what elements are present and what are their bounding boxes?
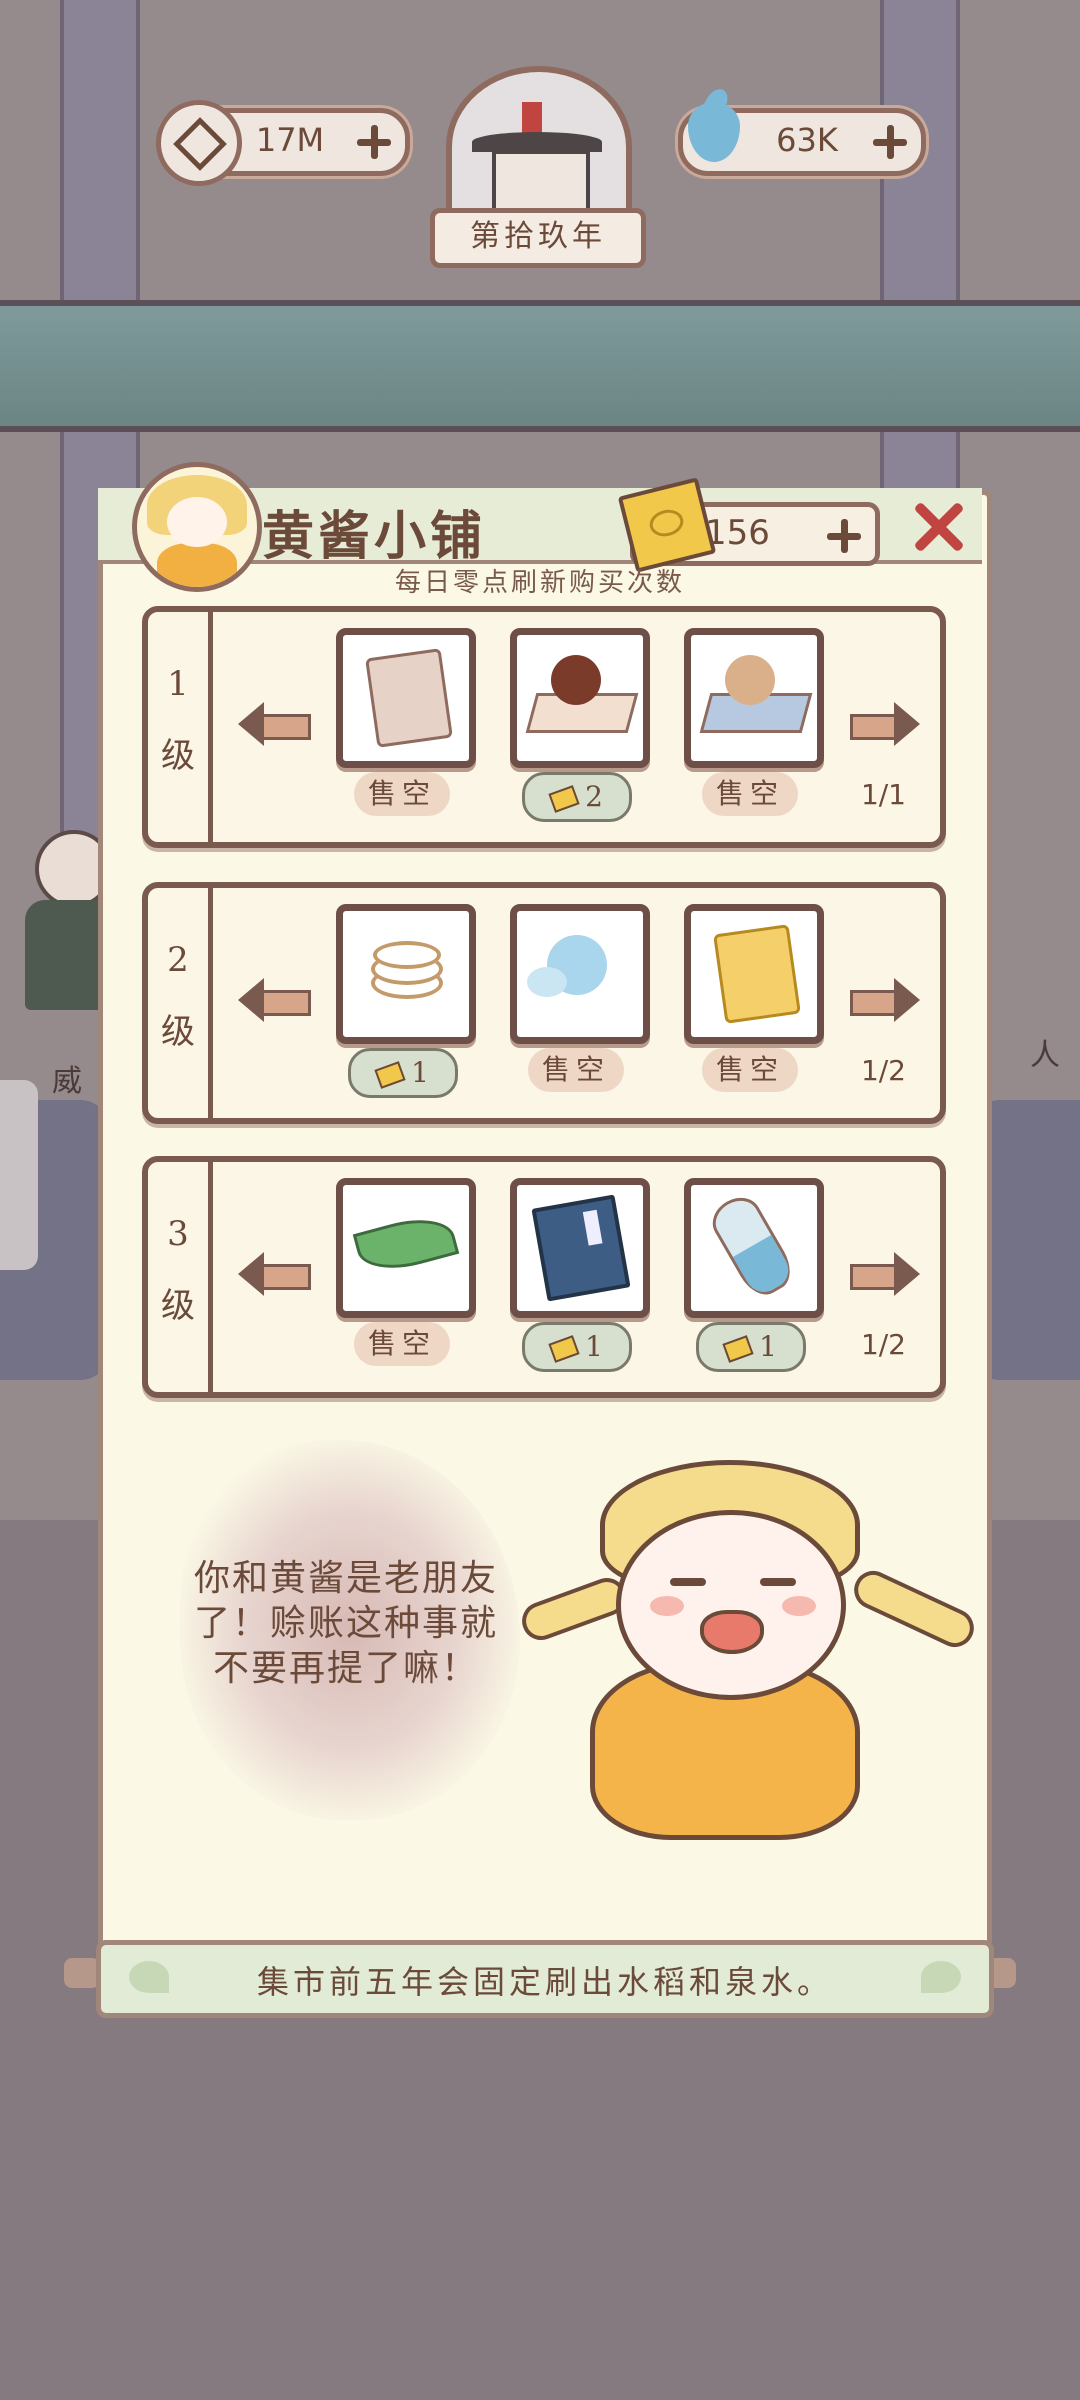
add-currency-icon[interactable] <box>357 125 391 159</box>
sold-out-badge: 售空 <box>354 1322 450 1366</box>
tier-1-item-2[interactable] <box>510 628 650 768</box>
tip-text: 集市前五年会固定刷出水稻和泉水。 <box>256 1963 833 2001</box>
tier-1-item-1[interactable] <box>336 628 476 768</box>
ticket-icon <box>548 1334 580 1363</box>
shop-title: 黄酱小铺 <box>262 506 487 567</box>
water-drop-icon <box>676 85 756 184</box>
cloth-bag-icon <box>365 648 453 748</box>
year-emblem[interactable] <box>446 66 632 228</box>
tier-1-item-3[interactable] <box>684 628 824 768</box>
tier-2-next-arrow-icon[interactable] <box>850 978 920 1022</box>
tier-3-prev-arrow-icon[interactable] <box>238 1252 311 1296</box>
tier-3-page-count: 1/2 <box>860 1328 906 1361</box>
copper-coin-icon <box>156 100 242 186</box>
scroll-rod-left <box>64 1958 100 1988</box>
tier-1-page-count: 1/1 <box>860 778 906 811</box>
refresh-note: 每日零点刷新购买次数 <box>394 568 685 598</box>
background-character <box>0 820 115 1020</box>
water-vial-icon <box>704 1189 800 1303</box>
tier-1-label: 1 级 <box>148 612 213 842</box>
tier-3-label: 3 级 <box>148 1162 213 1392</box>
tier-2-item-1[interactable] <box>336 904 476 1044</box>
tier-2-item-2[interactable] <box>510 904 650 1044</box>
coin-string-icon <box>373 941 441 969</box>
sold-out-badge: 售空 <box>528 1048 624 1092</box>
ticket-icon <box>548 784 580 813</box>
light-pearl-icon <box>725 655 775 705</box>
tier-1-next-arrow-icon[interactable] <box>850 702 920 746</box>
add-water-icon[interactable] <box>873 125 907 159</box>
sold-out-badge: 售空 <box>702 1048 798 1092</box>
currency-value: 17M <box>255 121 325 159</box>
water-value: 63K <box>776 121 838 159</box>
tier-2-prev-arrow-icon[interactable] <box>238 978 311 1022</box>
tier-3-item-2[interactable] <box>510 1178 650 1318</box>
close-icon[interactable] <box>908 496 968 556</box>
sold-out-badge: 售空 <box>702 772 798 816</box>
tier-2-item-3[interactable] <box>684 904 824 1044</box>
price-badge[interactable]: 2 <box>522 772 632 822</box>
tier-1-prev-arrow-icon[interactable] <box>238 702 311 746</box>
tier-2-page-count: 1/2 <box>860 1054 906 1087</box>
shopkeeper-dialog: 你和黄酱是老朋友了！赊账这种事就不要再提了嘛！ <box>193 1558 498 1689</box>
sold-out-badge: 售空 <box>354 772 450 816</box>
tier-3-item-3[interactable] <box>684 1178 824 1318</box>
tier-3-item-1[interactable] <box>336 1178 476 1318</box>
gold-bag-icon <box>713 924 801 1024</box>
ginkgo-leaf-icon <box>921 1961 961 1993</box>
price-badge[interactable]: 1 <box>348 1048 458 1098</box>
tier-1-row: 1 级 售空 2 售空 1/1 <box>142 606 946 848</box>
price-badge[interactable]: 1 <box>696 1322 806 1372</box>
tip-bar: 集市前五年会固定刷出水稻和泉水。 <box>96 1940 994 2018</box>
tier-2-label: 2 级 <box>148 888 213 1118</box>
tea-leaf-icon <box>352 1209 460 1279</box>
ticket-icon <box>722 1334 754 1363</box>
tier-3-next-arrow-icon[interactable] <box>850 1252 920 1296</box>
tier-2-row: 2 级 1 售空 售空 1/2 <box>142 882 946 1124</box>
background-beam <box>0 300 1080 432</box>
blue-book-icon <box>531 1194 631 1302</box>
price-badge[interactable]: 1 <box>522 1322 632 1372</box>
year-label: 第拾玖年 <box>430 208 646 268</box>
shopkeeper-character[interactable] <box>516 1440 990 1860</box>
side-drawer-tab[interactable] <box>0 1080 38 1270</box>
tier-3-row: 3 级 售空 1 1 1/2 <box>142 1156 946 1398</box>
brown-pearl-icon <box>551 655 601 705</box>
background-label-left: 威 <box>52 1064 82 1099</box>
background-label-right: 人 <box>1030 1038 1060 1073</box>
ticket-icon <box>374 1060 406 1089</box>
add-ticket-icon[interactable] <box>827 519 861 553</box>
